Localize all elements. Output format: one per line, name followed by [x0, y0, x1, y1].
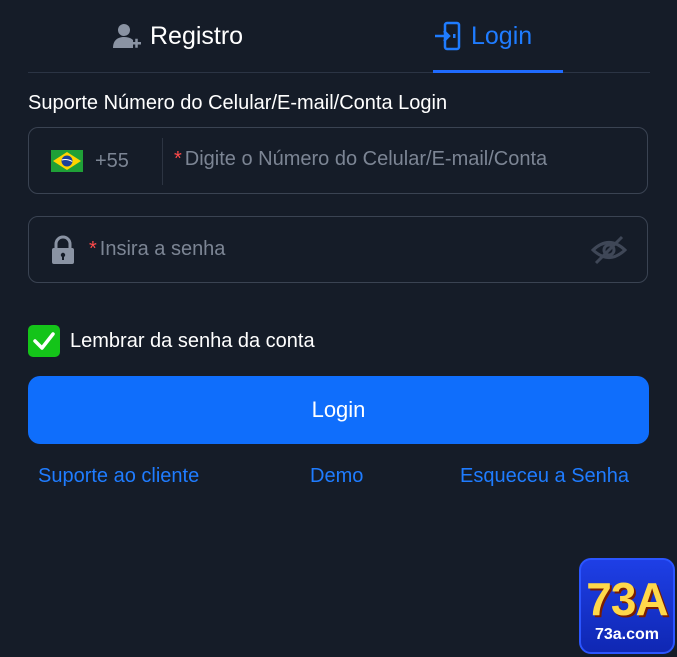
password-input[interactable]: * Insira a senha — [89, 238, 225, 261]
required-mark: * — [174, 148, 182, 170]
footer-links: Suporte ao cliente Demo Esqueceu a Senha — [0, 465, 677, 495]
required-mark: * — [89, 238, 97, 260]
account-field[interactable]: +55 * Digite o Número do Celular/E-mail/C… — [28, 127, 648, 194]
remember-label: Lembrar da senha da conta — [70, 329, 315, 352]
logo-main-text: 73A — [586, 573, 668, 625]
forgot-password-link[interactable]: Esqueceu a Senha — [460, 465, 629, 488]
demo-link[interactable]: Demo — [310, 465, 363, 488]
login-support-subtitle: Suporte Número do Celular/E-mail/Conta L… — [28, 92, 448, 114]
check-icon — [33, 332, 55, 350]
field-divider — [162, 138, 163, 185]
tab-registro[interactable]: Registro — [112, 0, 243, 72]
customer-support-link[interactable]: Suporte ao cliente — [38, 465, 199, 488]
account-placeholder: Digite o Número do Celular/E-mail/Conta — [184, 148, 548, 170]
logo-sub-text: 73a.com — [594, 626, 660, 643]
tab-login-label: Login — [471, 21, 533, 50]
user-add-icon — [113, 24, 141, 48]
remember-password[interactable]: Lembrar da senha da conta — [28, 325, 315, 357]
tab-login[interactable]: Login — [433, 0, 563, 72]
remember-checkbox[interactable] — [28, 325, 60, 357]
eye-slash-icon[interactable] — [591, 235, 627, 265]
country-code[interactable]: +55 — [95, 150, 129, 173]
brazil-flag-icon[interactable] — [51, 150, 83, 172]
login-door-icon — [435, 21, 461, 51]
login-button[interactable]: Login — [28, 376, 649, 444]
password-field[interactable]: * Insira a senha — [28, 216, 648, 283]
auth-tabs: Registro Login — [28, 0, 650, 73]
account-input[interactable]: * Digite o Número do Celular/E-mail/Conta — [174, 148, 547, 171]
active-tab-indicator — [433, 70, 563, 73]
password-placeholder: Insira a senha — [99, 238, 226, 260]
lock-icon — [52, 235, 74, 264]
brand-logo: 73A 73a.com — [579, 558, 675, 654]
tab-registro-label: Registro — [150, 21, 244, 50]
